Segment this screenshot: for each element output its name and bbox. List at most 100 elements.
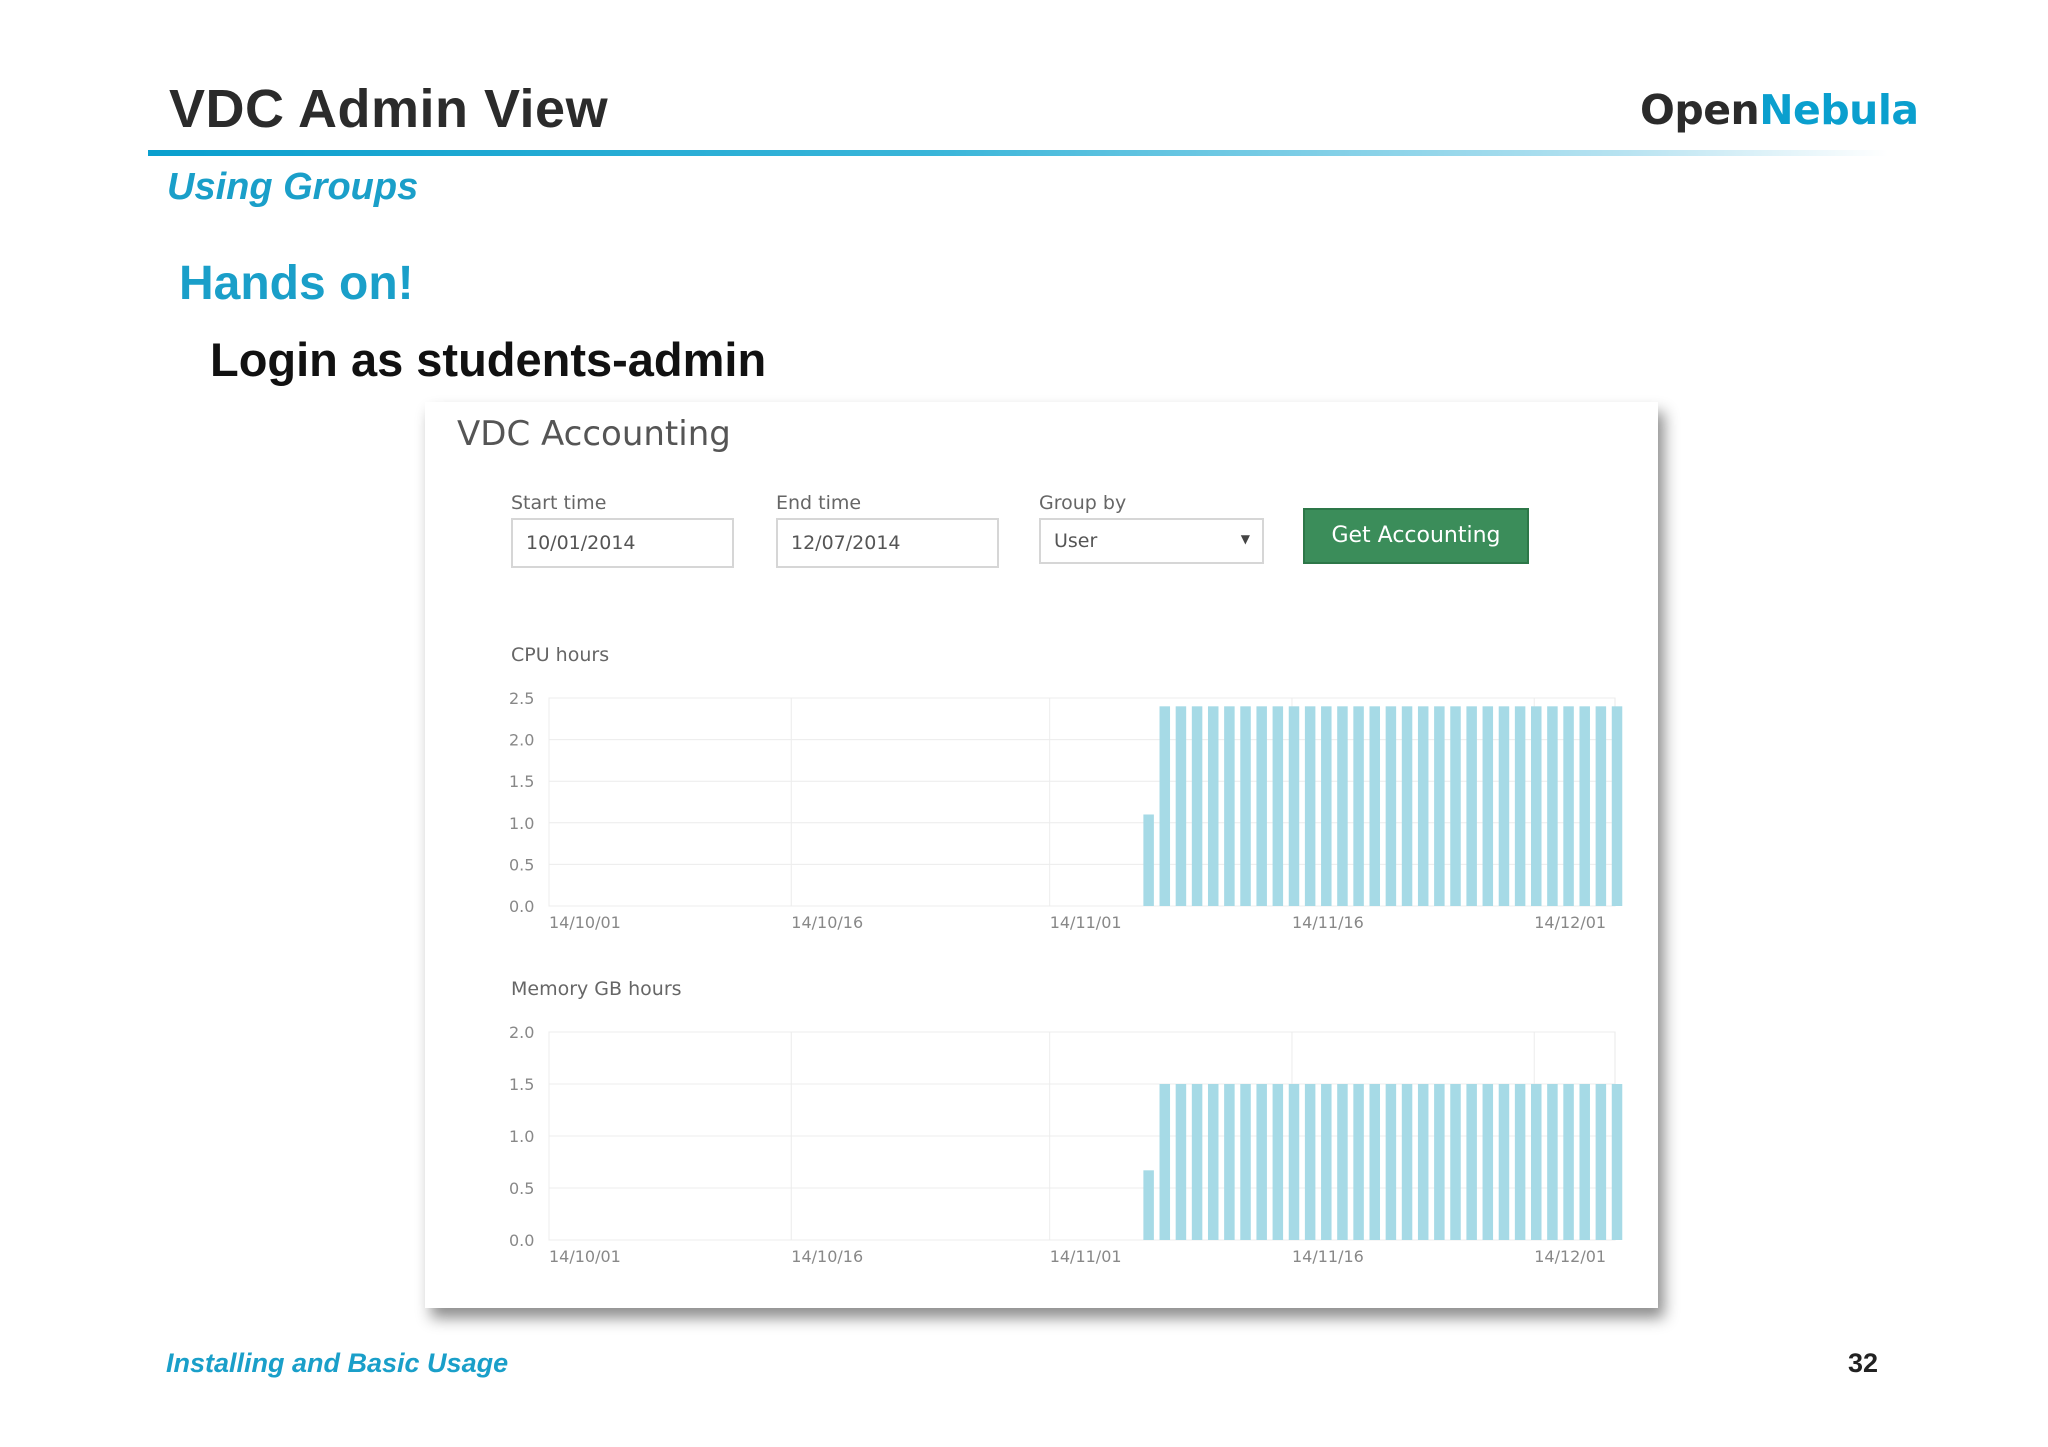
- bar: [1385, 706, 1397, 906]
- logo-text-nebula: Nebula: [1759, 86, 1919, 134]
- memory-gb-hours-label: Memory GB hours: [511, 978, 682, 1000]
- bar: [1514, 1084, 1526, 1240]
- bar: [1595, 1084, 1607, 1240]
- bar: [1369, 1084, 1380, 1240]
- bar: [1207, 1084, 1219, 1240]
- bar: [1240, 1084, 1251, 1240]
- bar: [1224, 1084, 1235, 1240]
- bar: [1256, 706, 1267, 906]
- bar: [1353, 1084, 1364, 1240]
- x-tick-label: 14/11/01: [1050, 913, 1122, 932]
- bar: [1450, 1084, 1461, 1240]
- end-time-label: End time: [776, 492, 862, 514]
- bar: [1579, 1084, 1590, 1240]
- group-by-select[interactable]: User ▼: [1039, 518, 1264, 564]
- chevron-down-icon: ▼: [1240, 532, 1250, 546]
- slide-title: VDC Admin View: [169, 79, 609, 139]
- bar: [1224, 706, 1235, 906]
- y-tick-label: 1.5: [509, 772, 534, 791]
- bar: [1482, 706, 1494, 906]
- x-tick-label: 14/12/01: [1534, 913, 1606, 932]
- panel-title: VDC Accounting: [457, 414, 731, 454]
- footer-text: Installing and Basic Usage: [166, 1348, 509, 1378]
- y-tick-label: 0.5: [509, 1179, 534, 1198]
- bar: [1143, 814, 1154, 906]
- bar: [1595, 706, 1607, 906]
- start-time-input[interactable]: 10/01/2014: [511, 518, 734, 568]
- bar: [1288, 1084, 1300, 1240]
- y-tick-label: 1.0: [509, 1127, 534, 1146]
- bar: [1450, 706, 1461, 906]
- bar: [1159, 1084, 1171, 1240]
- bar: [1466, 706, 1477, 906]
- x-tick-label: 14/12/01: [1534, 1247, 1606, 1266]
- bar: [1401, 706, 1413, 906]
- x-tick-label: 14/10/16: [791, 1247, 863, 1266]
- bar: [1482, 1084, 1494, 1240]
- bar: [1531, 1084, 1542, 1240]
- y-tick-label: 2.0: [509, 1023, 534, 1042]
- bar: [1579, 706, 1590, 906]
- bar: [1611, 706, 1623, 906]
- bar: [1434, 706, 1445, 906]
- bar: [1175, 706, 1187, 906]
- bar: [1547, 1084, 1558, 1240]
- y-tick-label: 0.0: [509, 897, 534, 916]
- bar: [1304, 1084, 1316, 1240]
- bar: [1159, 706, 1171, 906]
- bar: [1401, 1084, 1413, 1240]
- bar: [1466, 1084, 1477, 1240]
- bar: [1143, 1170, 1154, 1240]
- cpu-hours-label: CPU hours: [511, 644, 610, 666]
- start-time-label: Start time: [511, 492, 607, 514]
- bar: [1514, 706, 1526, 906]
- y-tick-label: 2.5: [509, 689, 534, 708]
- bar: [1434, 1084, 1445, 1240]
- x-tick-label: 14/11/16: [1292, 1247, 1364, 1266]
- x-tick-label: 14/11/16: [1292, 913, 1364, 932]
- bar: [1207, 706, 1219, 906]
- bar: [1547, 706, 1558, 906]
- memory-gb-hours-chart: 0.0 0.5 1.0 1.5 2.0 14/10/01 14/10/16 14/11/01 1…: [509, 1023, 1623, 1266]
- bar: [1337, 1084, 1348, 1240]
- bar: [1498, 706, 1510, 906]
- x-tick-label: 14/11/01: [1050, 1247, 1122, 1266]
- bar: [1337, 706, 1348, 906]
- end-time-input[interactable]: 12/07/2014: [776, 518, 999, 568]
- bar: [1498, 1084, 1510, 1240]
- x-tick-label: 14/10/01: [549, 913, 621, 932]
- bar: [1611, 1084, 1623, 1240]
- x-tick-label: 14/10/16: [791, 913, 863, 932]
- bar: [1272, 706, 1284, 906]
- get-accounting-button[interactable]: Get Accounting: [1303, 508, 1529, 564]
- bar: [1321, 1084, 1332, 1240]
- bar: [1321, 706, 1332, 906]
- vdc-accounting-panel: VDC Accounting Start time 10/01/2014 End…: [425, 402, 1658, 1308]
- page-number: 32: [1848, 1348, 1879, 1378]
- x-tick-label: 14/10/01: [549, 1247, 621, 1266]
- group-by-value: User: [1054, 530, 1098, 552]
- bar: [1256, 1084, 1267, 1240]
- bar: [1191, 1084, 1203, 1240]
- logo-text-open: Open: [1640, 86, 1760, 134]
- y-tick-label: 0.5: [509, 855, 534, 874]
- opennebula-logo: OpenNebula: [1640, 86, 1919, 134]
- bar: [1288, 706, 1300, 906]
- section-heading: Hands on!: [179, 257, 414, 310]
- bar: [1240, 706, 1251, 906]
- bar: [1385, 1084, 1397, 1240]
- group-by-label: Group by: [1039, 492, 1127, 514]
- bar: [1353, 706, 1364, 906]
- title-divider: [148, 150, 1888, 156]
- bar: [1563, 1084, 1574, 1240]
- instruction-text: Login as students-admin: [210, 333, 767, 386]
- bar: [1417, 706, 1429, 906]
- bar: [1369, 706, 1380, 906]
- y-tick-label: 0.0: [509, 1231, 534, 1250]
- bar: [1272, 1084, 1284, 1240]
- y-tick-label: 1.0: [509, 814, 534, 833]
- y-tick-label: 1.5: [509, 1075, 534, 1094]
- cpu-hours-chart: 0.0 0.5 1.0 1.5 2.0 2.5 14/10/01 14/10/16 14/11/…: [509, 689, 1623, 932]
- bar: [1563, 706, 1574, 906]
- bar: [1304, 706, 1316, 906]
